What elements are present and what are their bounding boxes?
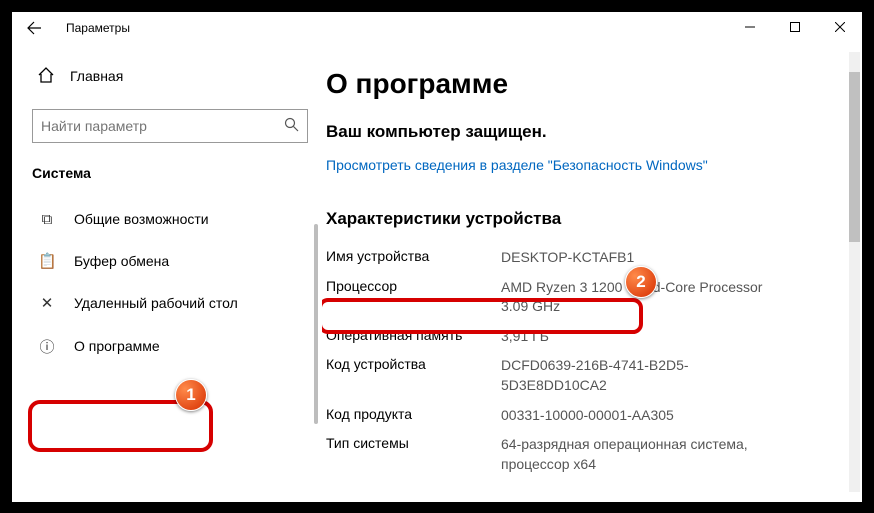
nav-label: Общие возможности [74,211,209,227]
spec-value: DCFD0639-216B-4741-B2D5-5D3E8DD10CA2 [501,356,781,395]
page-heading: О программе [326,68,852,100]
spec-row-processor: Процессор AMD Ryzen 3 1200 Quad-Core Pro… [326,273,852,322]
sidebar-item-about[interactable]: ⓘ О программе [32,324,322,369]
spec-label: Тип системы [326,435,501,474]
spec-label: Оперативная память [326,327,501,347]
info-icon: ⓘ [38,336,56,357]
search-input[interactable] [41,118,284,134]
home-icon [36,66,56,87]
spec-value: 64-разрядная операционная система, проце… [501,435,781,474]
search-box[interactable] [32,109,308,143]
remote-icon: ✕ [38,294,56,312]
spec-row-device-name: Имя устройства DESKTOP-KCTAFB1 [326,243,852,273]
spec-row-system-type: Тип системы 64-разрядная операционная си… [326,430,852,479]
spec-row-device-id: Код устройства DCFD0639-216B-4741-B2D5-5… [326,351,852,400]
nav-label: О программе [74,338,160,354]
spec-row-ram: Оперативная память 3,91 ГБ [326,322,852,352]
home-button[interactable]: Главная [32,58,322,95]
main-panel: О программе Ваш компьютер защищен. Просм… [322,44,862,502]
maximize-button[interactable] [772,12,817,42]
spec-row-product-id: Код продукта 00331-10000-00001-AA305 [326,401,852,431]
annotation-callout-2: 2 [625,266,657,298]
device-spec-heading: Характеристики устройства [326,209,852,229]
nav-list: ⧉ Общие возможности 📋 Буфер обмена ✕ Уда… [32,185,322,369]
protection-status: Ваш компьютер защищен. [326,122,852,142]
nav-label: Удаленный рабочий стол [74,295,238,311]
nav-label: Буфер обмена [74,253,169,269]
close-button[interactable] [817,12,862,42]
main-scrollbar[interactable] [849,52,860,492]
clipboard-icon: 📋 [38,252,56,270]
security-link[interactable]: Просмотреть сведения в разделе "Безопасн… [326,156,746,176]
spec-label: Код продукта [326,406,501,426]
search-icon [284,117,299,135]
settings-window: Параметры Главная Система [12,12,862,502]
spec-value: 00331-10000-00001-AA305 [501,406,781,426]
home-label: Главная [70,68,123,84]
window-title: Параметры [66,21,130,35]
minimize-button[interactable] [727,12,772,42]
window-controls [727,12,862,42]
annotation-callout-1: 1 [175,379,207,411]
spec-value: 3,91 ГБ [501,327,781,347]
spec-label: Имя устройства [326,248,501,268]
sidebar: Главная Система ⧉ Общие возможности 📋 Бу… [12,44,322,502]
spec-value: DESKTOP-KCTAFB1 [501,248,781,268]
sidebar-item-shared[interactable]: ⧉ Общие возможности [32,199,322,240]
spec-label: Процессор [326,278,501,317]
back-arrow-icon [26,20,42,36]
sidebar-scrollbar[interactable] [314,224,318,424]
spec-label: Код устройства [326,356,501,395]
shared-icon: ⧉ [38,211,56,228]
back-button[interactable] [20,14,48,42]
section-label: Система [32,165,322,181]
sidebar-item-clipboard[interactable]: 📋 Буфер обмена [32,240,322,282]
sidebar-item-remote-desktop[interactable]: ✕ Удаленный рабочий стол [32,282,322,324]
